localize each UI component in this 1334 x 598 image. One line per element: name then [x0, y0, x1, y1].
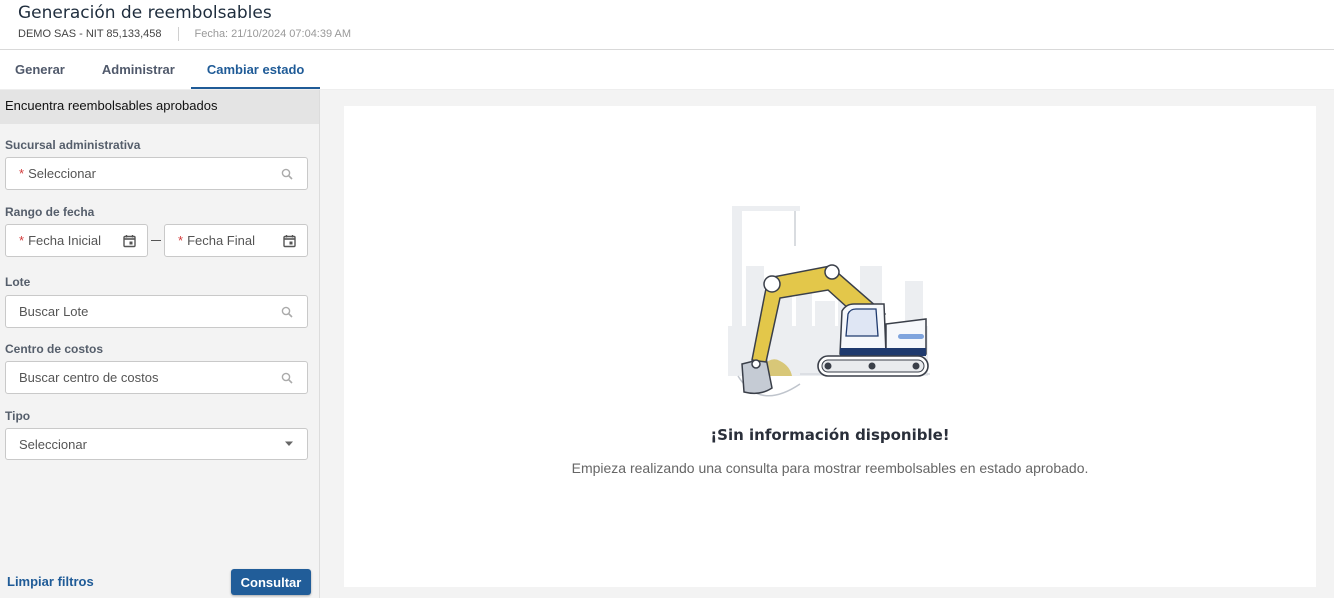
end-date-placeholder: Fecha Final	[187, 233, 255, 248]
empty-state-title: ¡Sin información disponible!	[710, 426, 950, 444]
tab-administrar[interactable]: Administrar	[87, 50, 191, 89]
clear-filters-link[interactable]: Limpiar filtros	[7, 574, 94, 589]
sucursal-select[interactable]: * Seleccionar	[5, 157, 308, 190]
search-icon	[281, 306, 293, 318]
calendar-icon[interactable]	[123, 234, 136, 247]
search-icon	[281, 168, 293, 180]
current-date: Fecha: 21/10/2024 07:04:39 AM	[194, 28, 352, 40]
centro-placeholder: Buscar centro de costos	[19, 370, 159, 385]
lote-input[interactable]: Buscar Lote	[5, 295, 308, 328]
centro-costos-input[interactable]: Buscar centro de costos	[5, 361, 308, 394]
sidebar-title: Encuentra reembolsables aprobados	[0, 90, 319, 124]
tab-bar: Generar Administrar Cambiar estado	[0, 50, 1334, 90]
required-mark: *	[19, 166, 25, 181]
empty-state-subtitle: Empieza realizando una consulta para mos…	[571, 460, 1089, 476]
results-panel: ¡Sin información disponible! Empieza rea…	[344, 106, 1316, 587]
centro-label: Centro de costos	[5, 342, 104, 356]
divider	[178, 27, 180, 41]
page-title: Generación de reembolsables	[18, 3, 272, 23]
lote-label: Lote	[5, 275, 31, 289]
company-name: DEMO SAS - NIT 85,133,458	[18, 28, 162, 40]
tipo-value: Seleccionar	[19, 436, 87, 452]
search-icon	[281, 372, 293, 384]
sucursal-placeholder: Seleccionar	[28, 166, 96, 181]
end-date-input[interactable]: * Fecha Final	[164, 224, 308, 257]
calendar-icon[interactable]	[283, 234, 296, 247]
tipo-label: Tipo	[5, 409, 31, 423]
required-mark: *	[178, 233, 184, 248]
content-area: Encuentra reembolsables aprobados Sucurs…	[0, 90, 1334, 598]
query-button[interactable]: Consultar	[231, 569, 311, 595]
start-date-input[interactable]: * Fecha Inicial	[5, 224, 148, 257]
lote-placeholder: Buscar Lote	[19, 304, 89, 319]
rango-label: Rango de fecha	[5, 205, 95, 219]
required-mark: *	[19, 233, 25, 248]
tab-cambiar-estado[interactable]: Cambiar estado	[190, 50, 321, 89]
header-subtitle: DEMO SAS - NIT 85,133,458 Fecha: 21/10/2…	[18, 27, 1316, 41]
sucursal-label: Sucursal administrativa	[5, 138, 141, 152]
tipo-select[interactable]: Seleccionar	[5, 428, 308, 460]
page-header: Generación de reembolsables DEMO SAS - N…	[0, 0, 1334, 50]
start-date-placeholder: Fecha Inicial	[28, 233, 102, 248]
excavator-illustration	[720, 206, 940, 411]
filter-sidebar: Encuentra reembolsables aprobados Sucurs…	[0, 90, 320, 598]
range-separator	[151, 240, 161, 241]
caret-down-icon	[285, 441, 293, 447]
tab-generar[interactable]: Generar	[0, 50, 87, 89]
